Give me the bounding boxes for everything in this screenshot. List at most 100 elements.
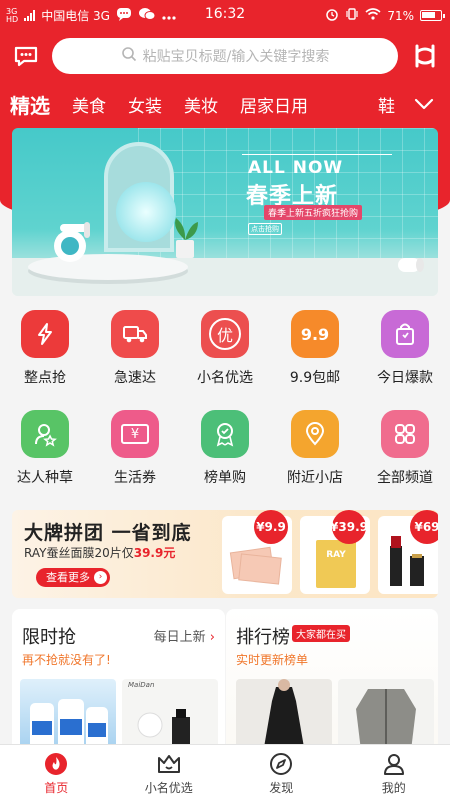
view-more-label: 查看更多: [46, 571, 90, 584]
wifi-icon: [365, 8, 381, 23]
price-badge: ¥39.9: [330, 510, 368, 544]
entry-label: 今日爆款: [377, 370, 433, 386]
promo-desc-text: RAY蚕丝面膜20片仅: [24, 546, 134, 560]
location-icon: [291, 410, 339, 458]
tab-profile[interactable]: 我的: [338, 745, 450, 800]
expand-tabs-button[interactable]: [398, 86, 450, 122]
banner-line-top: [242, 154, 392, 155]
alarm-icon: [325, 7, 339, 24]
entry-xiaoming-select[interactable]: 优 小名优选: [180, 310, 270, 387]
entry-label: 生活券: [114, 470, 156, 486]
chevron-right-icon: ›: [94, 571, 107, 584]
chevron-right-icon: ›: [209, 630, 215, 645]
entry-daily-hot[interactable]: 今日爆款: [360, 310, 450, 387]
banner-plant-image: [168, 214, 202, 264]
app-screen: 3G HD 中国电信 3G 16:32 71% 粘贴宝贝标题/输入关键字搜索 精…: [0, 0, 450, 800]
everyone-buying-badge: 大家都在买: [292, 625, 350, 642]
quick-entry-row-2: 达人种草 ¥ 生活券 榜单购 附近小店 全部频道: [0, 410, 450, 487]
entry-ranking[interactable]: 榜单购: [180, 410, 270, 487]
entry-nearby-shop[interactable]: 附近小店: [270, 410, 360, 487]
message-icon[interactable]: [12, 42, 40, 70]
you-badge-icon: 优: [201, 310, 249, 358]
search-input[interactable]: 粘贴宝贝标题/输入关键字搜索: [52, 38, 398, 74]
promo-desc-price: 39.9元: [133, 546, 176, 560]
view-more-button[interactable]: 查看更多 ›: [36, 568, 110, 587]
tab-beauty[interactable]: 美妆: [184, 92, 218, 117]
flash-sale-title: 限时抢: [22, 627, 76, 648]
nine-nine-icon: 9.9: [291, 310, 339, 358]
tab-xiaoming-select[interactable]: 小名优选: [113, 745, 226, 800]
banner-title-en: ALL NOW: [248, 158, 344, 178]
battery-icon: [420, 10, 445, 21]
coupon-icon: ¥: [111, 410, 159, 458]
tab-label: 我的: [381, 781, 406, 795]
user-icon: [383, 754, 404, 775]
tab-home-goods[interactable]: 居家日用: [240, 92, 308, 117]
vibrate-icon: [345, 7, 359, 24]
ranking-title: 排行榜: [236, 627, 290, 648]
grid-icon: [381, 410, 429, 458]
thumb-brand-label: MaiDan: [128, 681, 155, 689]
daily-new-label: 每日上新: [153, 630, 206, 645]
entry-label: 9.9包邮: [289, 370, 341, 386]
banner-paper-roll-image: [396, 252, 426, 280]
tab-home[interactable]: 首页: [0, 745, 113, 800]
compass-icon: [270, 753, 293, 775]
flash-sale-card[interactable]: 限时抢 每日上新 › 再不抢就没有了! MaiDan: [12, 609, 225, 759]
battery-percent: 71%: [387, 8, 414, 23]
truck-icon: [111, 310, 159, 358]
entry-influencer[interactable]: 达人种草: [0, 410, 90, 487]
crown-icon: [157, 755, 180, 773]
tab-shoes-partial[interactable]: 鞋: [378, 92, 398, 117]
entry-label: 榜单购: [204, 470, 246, 486]
entry-label: 附近小店: [287, 470, 343, 486]
promo-desc: RAY蚕丝面膜20片仅39.9元: [24, 544, 175, 561]
banner-tag: 春季上新五折疯狂抢购: [264, 205, 363, 220]
daily-new-link[interactable]: 每日上新 ›: [154, 626, 215, 645]
scan-icon[interactable]: [412, 42, 438, 70]
tab-discover[interactable]: 发现: [225, 745, 338, 800]
tab-food[interactable]: 美食: [72, 92, 106, 117]
banner-robot-image: [40, 218, 100, 272]
tab-label: 首页: [44, 781, 69, 795]
entry-label: 达人种草: [17, 470, 73, 486]
ray-mask-box-image: RAY: [316, 540, 356, 588]
bottom-tab-bar: 首页 小名优选 发现 我的: [0, 744, 450, 800]
chevron-down-icon: [414, 95, 434, 114]
group-buy-banner[interactable]: 大牌拼团 一省到底 RAY蚕丝面膜20片仅39.9元 查看更多 › ¥9.9 ¥3…: [12, 510, 438, 598]
price-badge: ¥9.9: [254, 510, 288, 544]
home-flame-icon: [45, 753, 68, 775]
search-placeholder: 粘贴宝贝标题/输入关键字搜索: [142, 49, 330, 65]
entry-express[interactable]: 急速达: [90, 310, 180, 387]
entry-label: 整点抢: [24, 370, 66, 386]
coupon-glyph: ¥: [121, 424, 149, 444]
entry-label: 急速达: [114, 370, 156, 386]
tab-label: 发现: [269, 781, 294, 795]
entry-all-channels[interactable]: 全部频道: [360, 410, 450, 487]
flash-sale-subtitle: 再不抢就没有了!: [22, 653, 111, 667]
lightning-icon: [21, 310, 69, 358]
bag-icon: [381, 310, 429, 358]
search-icon: [121, 46, 137, 66]
ranking-card[interactable]: 排行榜 大家都在买 实时更新榜单: [226, 609, 438, 759]
banner-cloud: [116, 182, 176, 242]
promo-title: 大牌拼团 一省到底: [24, 522, 192, 544]
award-icon: [201, 410, 249, 458]
quick-entry-row-1: 整点抢 急速达 优 小名优选 9.9 9.9包邮 今日爆款: [0, 310, 450, 387]
entry-label: 全部频道: [377, 470, 433, 486]
entry-flash-sale[interactable]: 整点抢: [0, 310, 90, 387]
price-badge: ¥69: [410, 510, 438, 544]
tab-featured[interactable]: 精选: [10, 90, 50, 119]
you-glyph: 优: [209, 318, 241, 350]
promo-banner[interactable]: ALL NOW 春季上新 春季上新五折疯狂抢购 点击抢购: [12, 128, 438, 296]
status-bar: 3G HD 中国电信 3G 16:32 71%: [0, 0, 450, 30]
ranking-subtitle: 实时更新榜单: [236, 653, 309, 667]
banner-small-tag: 点击抢购: [248, 223, 282, 235]
influencer-icon: [21, 410, 69, 458]
entry-label: 小名优选: [197, 370, 253, 386]
category-tabs: 精选 美食 女装 美妆 居家日用 鞋: [0, 86, 450, 122]
tab-women-clothing[interactable]: 女装: [128, 92, 162, 117]
entry-free-shipping[interactable]: 9.9 9.9包邮: [270, 310, 360, 387]
entry-life-coupon[interactable]: ¥ 生活券: [90, 410, 180, 487]
tab-label: 小名优选: [144, 781, 193, 795]
